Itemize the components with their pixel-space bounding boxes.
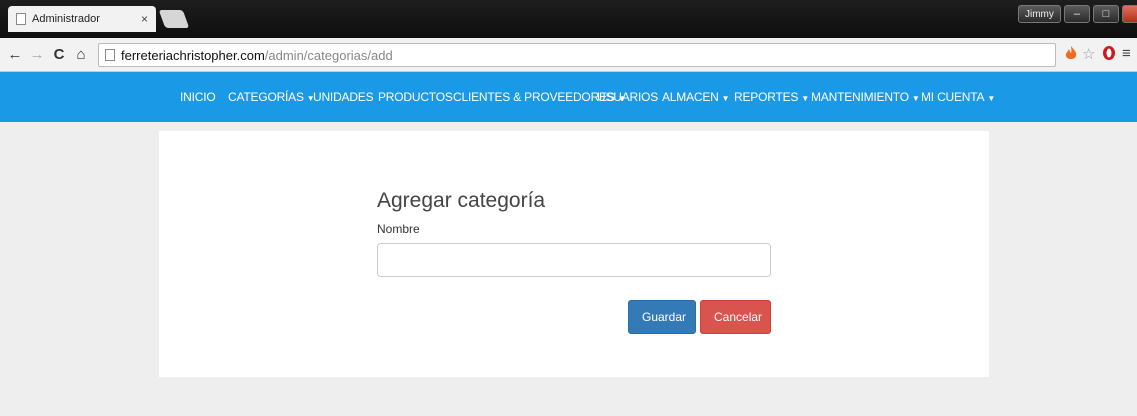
save-label: Guardar bbox=[642, 310, 687, 324]
nav-label: MI CUENTA bbox=[921, 90, 985, 104]
nav-label: PRODUCTOS bbox=[378, 90, 453, 104]
tab-close-icon[interactable]: × bbox=[137, 12, 148, 26]
caret-down-icon: ▼ bbox=[721, 94, 730, 103]
caret-down-icon: ▼ bbox=[801, 94, 809, 103]
nav-label: ALMACEN bbox=[662, 90, 719, 104]
url-path: /admin/categorias/add bbox=[264, 47, 393, 63]
browser-tabstrip: Administrador × Jimmy – □ x bbox=[0, 0, 1137, 38]
page-icon bbox=[16, 13, 26, 25]
opera-extension-icon[interactable] bbox=[1102, 45, 1116, 65]
nav-label: CLIENTES & PROVEEDORES bbox=[453, 90, 615, 104]
browser-toolbar: ← → C ⌂ ferreteriachristopher.com/admin/… bbox=[0, 38, 1137, 72]
maximize-button[interactable]: □ bbox=[1092, 5, 1119, 23]
close-window-button[interactable]: x bbox=[1121, 5, 1137, 23]
bookmark-star-icon[interactable]: ☆ bbox=[1082, 45, 1095, 63]
nav-item-usuarios[interactable]: USUARIOS bbox=[597, 72, 661, 122]
name-field[interactable] bbox=[377, 243, 771, 277]
reload-icon[interactable]: C bbox=[48, 46, 70, 63]
nav-item-almacen[interactable]: ALMACEN ▼ bbox=[662, 72, 730, 122]
nav-item-inicio[interactable]: INICIO bbox=[180, 72, 218, 122]
nav-item-reportes[interactable]: REPORTES ▼ bbox=[734, 72, 809, 122]
content-panel: Agregar categoría Nombre Guardar Cancela… bbox=[159, 131, 989, 377]
nav-item-productos[interactable]: PRODUCTOS bbox=[378, 72, 456, 122]
nav-label: REPORTES bbox=[734, 90, 799, 104]
tab-title: Administrador bbox=[32, 13, 100, 25]
address-bar[interactable]: ferreteriachristopher.com/admin/categori… bbox=[98, 43, 1056, 67]
home-icon[interactable]: ⌂ bbox=[70, 46, 92, 63]
form-actions: Guardar Cancelar bbox=[628, 300, 771, 334]
new-tab-button[interactable] bbox=[158, 10, 190, 28]
browser-tab[interactable]: Administrador × bbox=[8, 6, 156, 32]
nav-item-mantenimiento[interactable]: MANTENIMIENTO ▼ bbox=[811, 72, 920, 122]
nav-item-mi-cuenta[interactable]: MI CUENTA ▼ bbox=[921, 72, 995, 122]
minimize-button[interactable]: – bbox=[1063, 5, 1090, 23]
save-button[interactable]: Guardar bbox=[628, 300, 696, 334]
caret-down-icon: ▼ bbox=[987, 94, 996, 103]
url-host: ferreteriachristopher.com bbox=[121, 47, 265, 63]
nav-label: MANTENIMIENTO bbox=[811, 90, 909, 104]
menu-icon[interactable]: ≡ bbox=[1122, 45, 1131, 62]
nav-label: USUARIOS bbox=[597, 90, 659, 104]
back-icon[interactable]: ← bbox=[4, 46, 26, 63]
nav-item-categorias[interactable]: CATEGORÍAS ▼ bbox=[228, 72, 315, 122]
nav-label: INICIO bbox=[180, 90, 216, 104]
forward-icon[interactable]: → bbox=[26, 46, 48, 63]
cancel-label: Cancelar bbox=[714, 310, 763, 324]
cancel-button[interactable]: Cancelar bbox=[700, 300, 771, 334]
flame-extension-icon[interactable] bbox=[1064, 45, 1078, 65]
page-icon bbox=[105, 49, 115, 61]
nav-label: CATEGORÍAS bbox=[228, 90, 304, 104]
profile-button[interactable]: Jimmy bbox=[1018, 5, 1061, 23]
site-navbar: INICIO CATEGORÍAS ▼ UNIDADES PRODUCTOS CL… bbox=[0, 72, 1137, 122]
name-label: Nombre bbox=[377, 222, 420, 236]
caret-down-icon: ▼ bbox=[911, 94, 920, 103]
nav-label: UNIDADES bbox=[313, 90, 374, 104]
page-title: Agregar categoría bbox=[377, 189, 546, 212]
nav-item-unidades[interactable]: UNIDADES bbox=[313, 72, 376, 122]
window-controls: Jimmy – □ x bbox=[1018, 5, 1137, 23]
add-category-form: Agregar categoría Nombre bbox=[377, 189, 773, 277]
